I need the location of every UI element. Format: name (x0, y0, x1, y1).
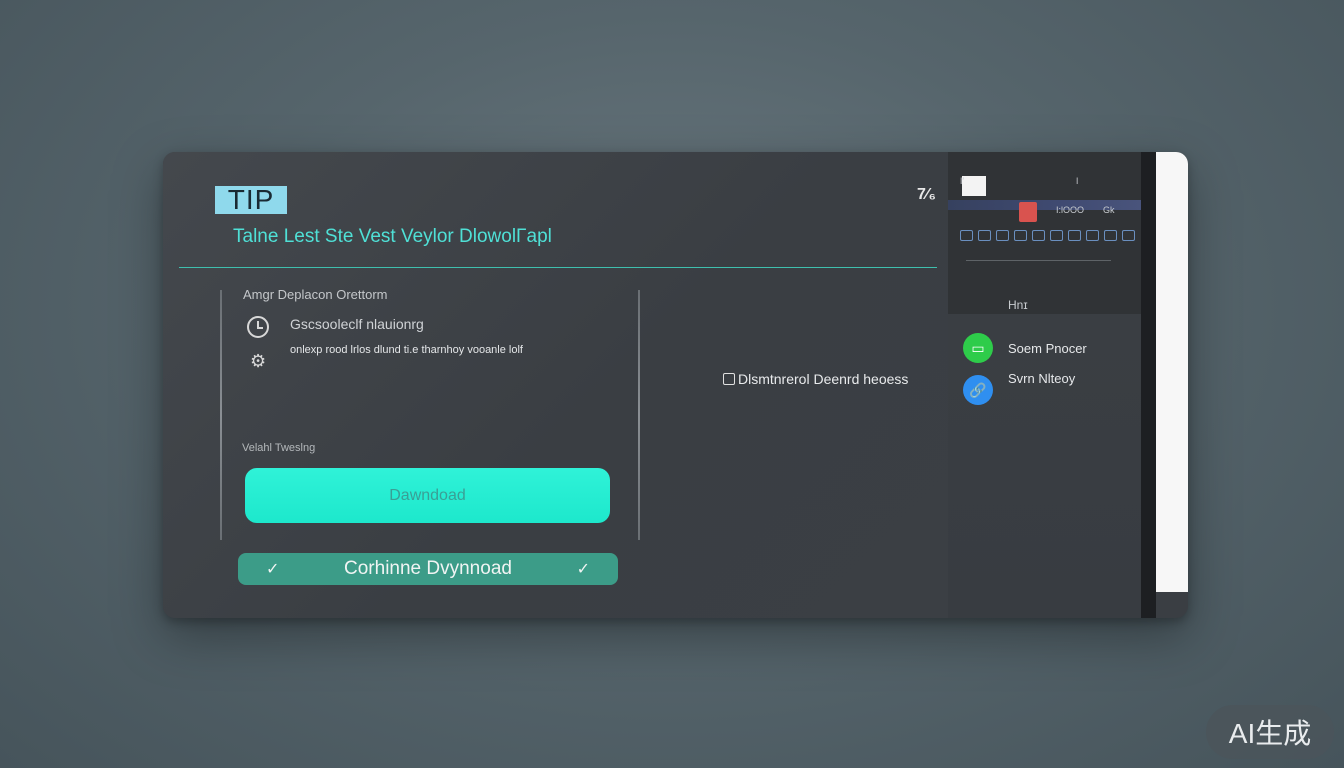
checkbox-label: Dlsmtnrerol Deenrd heoess (738, 371, 909, 387)
link-icon: 🔗 (963, 375, 993, 405)
check-icon: ✓ (576, 561, 590, 578)
side-item-1[interactable]: Soem Pnocer (1008, 341, 1087, 356)
confirm-download-label: Corhinne Dvynnoad (344, 558, 512, 579)
side-panel: ǀ′ ǀ I:lOOO Gk Hnɪ ▭ Soem Pnocer 🔗 Svrn … (948, 152, 1141, 618)
side-panel-divider (966, 260, 1111, 261)
file-icon (1019, 202, 1037, 222)
section-label: Amgr Deplacon Orettorm (243, 287, 388, 302)
toolbar-icon[interactable] (1014, 230, 1027, 241)
side-panel-heading: Hnɪ (1008, 298, 1028, 312)
document-icon: ▭ (963, 333, 993, 363)
toolbar-icon[interactable] (960, 230, 973, 241)
right-divider (638, 290, 640, 540)
download-button[interactable]: Dawndoad (245, 468, 610, 523)
side-panel-header: ǀ′ ǀ I:lOOO Gk Hnɪ (948, 152, 1141, 314)
side-item-2[interactable]: Svrn Nlteoy (1008, 371, 1075, 386)
toolbar-icons[interactable] (960, 230, 1135, 241)
watermark-badge: AI生成 (1206, 705, 1334, 759)
gear-icon: ⚙ (250, 351, 267, 371)
toolbar-icon[interactable] (1086, 230, 1099, 241)
toolbar-icon[interactable] (1104, 230, 1117, 241)
toolbar-icon[interactable] (1122, 230, 1135, 241)
confirm-download-button[interactable]: ✓ Corhinne Dvynnoad ✓ (238, 553, 618, 585)
checkbox-row[interactable]: Dlsmtnrerol Deenrd heoess (723, 371, 908, 387)
main-pane: TIP 7⁄₆ Talne Lest Ste Vest Veylor Dlowo… (163, 152, 948, 618)
tiny-text-a: I:lOOO (1056, 205, 1085, 215)
toolbar-icon[interactable] (1050, 230, 1063, 241)
toolbar-icon[interactable] (996, 230, 1009, 241)
tiny-text-right: ǀ (1076, 176, 1079, 186)
scrollbar-track[interactable] (1141, 152, 1156, 618)
tip-badge: TIP (215, 186, 287, 214)
left-divider (220, 290, 222, 540)
status-label: Velahl Tweslng (242, 442, 316, 454)
download-dialog-window: TIP 7⁄₆ Talne Lest Ste Vest Veylor Dlowo… (163, 152, 1188, 618)
check-icon: ✓ (266, 561, 280, 578)
dialog-title: Talne Lest Ste Vest Veylor DlowolΓapl (233, 226, 552, 247)
tiny-text-b: Gk (1103, 205, 1115, 215)
toolbar-icon[interactable] (1032, 230, 1045, 241)
checkbox[interactable] (723, 373, 735, 385)
option-item-1: Gscsooleclf nlauionrg (290, 316, 424, 332)
adjacent-window-edge (1156, 152, 1188, 592)
toolbar-icon[interactable] (978, 230, 991, 241)
toolbar-icon[interactable] (1068, 230, 1081, 241)
thumbnail-icon (962, 176, 986, 196)
clock-icon (247, 316, 269, 338)
title-divider (179, 267, 937, 268)
option-item-2: onlexp rood lrlos dlund ti.e tharnhoy vo… (290, 344, 523, 356)
tiny-text-left: ǀ′ (960, 176, 965, 186)
corner-number: 7⁄₆ (917, 186, 936, 203)
